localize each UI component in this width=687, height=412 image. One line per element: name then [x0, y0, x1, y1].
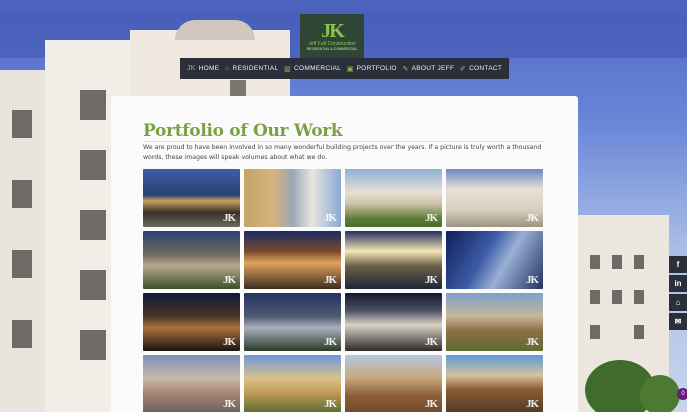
nav-item-label: HOME — [198, 65, 220, 72]
nav-item-home[interactable]: JK HOME — [187, 65, 219, 72]
gallery-thumb[interactable]: JK — [345, 231, 442, 289]
gallery-thumb[interactable]: JK — [446, 293, 543, 351]
window — [80, 330, 106, 360]
pencil-icon: ✐ — [459, 65, 467, 73]
gallery-thumb[interactable]: JK — [345, 169, 442, 227]
watermark-logo: JK — [222, 212, 236, 224]
window — [12, 180, 32, 208]
watermark-logo: JK — [323, 212, 337, 224]
window — [612, 290, 622, 304]
top-bar — [0, 0, 687, 14]
watermark-logo: JK — [323, 274, 337, 286]
home-button[interactable]: ⌂ — [669, 294, 687, 311]
window — [12, 320, 32, 348]
gallery-thumb[interactable]: JK — [244, 355, 341, 412]
building-icon: ▥ — [284, 65, 291, 73]
watermark-logo: JK — [525, 212, 539, 224]
gallery-thumb[interactable]: JK — [345, 293, 442, 351]
gallery-thumb[interactable]: JK — [446, 231, 543, 289]
nav-item-label: RESIDENTIAL — [232, 65, 279, 72]
title-divider — [143, 141, 544, 142]
site-logo[interactable]: JK Jeff Futt Construction RESIDENTIAL & … — [300, 14, 364, 58]
window — [80, 210, 106, 240]
gallery-thumb[interactable]: JK — [244, 231, 341, 289]
nav-item-commercial[interactable]: ▥ COMMERCIAL — [284, 65, 341, 73]
nav-item-label: PORTFOLIO — [356, 65, 397, 72]
window — [634, 255, 644, 269]
nav-item-label: CONTACT — [469, 65, 503, 72]
logo-mark: JK — [321, 19, 345, 42]
linkedin-button[interactable]: in — [669, 275, 687, 292]
watermark-logo: JK — [525, 398, 539, 410]
nav-item-portfolio[interactable]: ▣ PORTFOLIO — [347, 65, 397, 73]
window — [590, 255, 600, 269]
home-icon: ⌂ — [675, 298, 681, 307]
nav-item-residential[interactable]: ⌂ RESIDENTIAL — [225, 65, 278, 72]
window — [634, 290, 644, 304]
portfolio-gallery: JK JK JK JK JK JK JK JK JK JK JK JK JK J… — [143, 169, 543, 412]
window — [80, 90, 106, 120]
mail-button[interactable]: ✉ — [669, 313, 687, 330]
pen-icon: ✎ — [402, 65, 409, 73]
linkedin-icon: in — [674, 279, 682, 288]
watermark-logo: JK — [222, 398, 236, 410]
gallery-thumb[interactable]: JK — [143, 293, 240, 351]
watermark-logo: JK — [323, 398, 337, 410]
facebook-button[interactable]: f — [669, 256, 687, 273]
intro-text: We are proud to have been involved in so… — [143, 144, 542, 161]
watermark-logo: JK — [424, 336, 438, 348]
watermark-logo: JK — [323, 336, 337, 348]
window — [12, 250, 32, 278]
nav-item-label: ABOUT JEFF — [411, 65, 455, 72]
main-nav: JK HOME ⌂ RESIDENTIAL ▥ COMMERCIAL ▣ POR… — [180, 58, 509, 79]
logo-tagline: RESIDENTIAL & COMMERCIAL — [306, 46, 358, 51]
watermark-logo: JK — [424, 274, 438, 286]
watermark-logo: JK — [424, 398, 438, 410]
mail-icon: ✉ — [674, 317, 682, 326]
window — [590, 290, 600, 304]
window — [612, 255, 622, 269]
watermark-logo: JK — [222, 336, 236, 348]
window — [634, 325, 644, 339]
page-title: Portfolio of Our Work — [143, 121, 343, 141]
window — [590, 325, 600, 339]
palm-tree — [640, 375, 680, 412]
window — [12, 110, 32, 138]
watermark-logo: JK — [525, 274, 539, 286]
facebook-icon: f — [676, 260, 680, 269]
gallery-thumb[interactable]: JK — [244, 293, 341, 351]
nav-item-about-jeff[interactable]: ✎ ABOUT JEFF — [402, 65, 454, 73]
jk-icon: JK — [186, 65, 196, 72]
gallery-thumb[interactable]: JK — [143, 231, 240, 289]
gallery-thumb[interactable]: JK — [143, 169, 240, 227]
window — [230, 80, 246, 96]
watermark-logo: JK — [525, 336, 539, 348]
gallery-thumb[interactable]: JK — [345, 355, 442, 412]
notification-badge[interactable]: 0 — [677, 388, 687, 400]
watermark-logo: JK — [222, 274, 236, 286]
image-icon: ▣ — [346, 65, 354, 73]
gallery-thumb[interactable]: JK — [244, 169, 341, 227]
home-icon: ⌂ — [224, 65, 230, 72]
building-roof — [175, 20, 255, 40]
window — [80, 270, 106, 300]
watermark-logo: JK — [424, 212, 438, 224]
gallery-thumb[interactable]: JK — [143, 355, 240, 412]
window — [80, 150, 106, 180]
nav-item-label: COMMERCIAL — [294, 65, 342, 72]
gallery-thumb[interactable]: JK — [446, 355, 543, 412]
nav-item-contact[interactable]: ✐ CONTACT — [460, 65, 502, 73]
gallery-thumb[interactable]: JK — [446, 169, 543, 227]
